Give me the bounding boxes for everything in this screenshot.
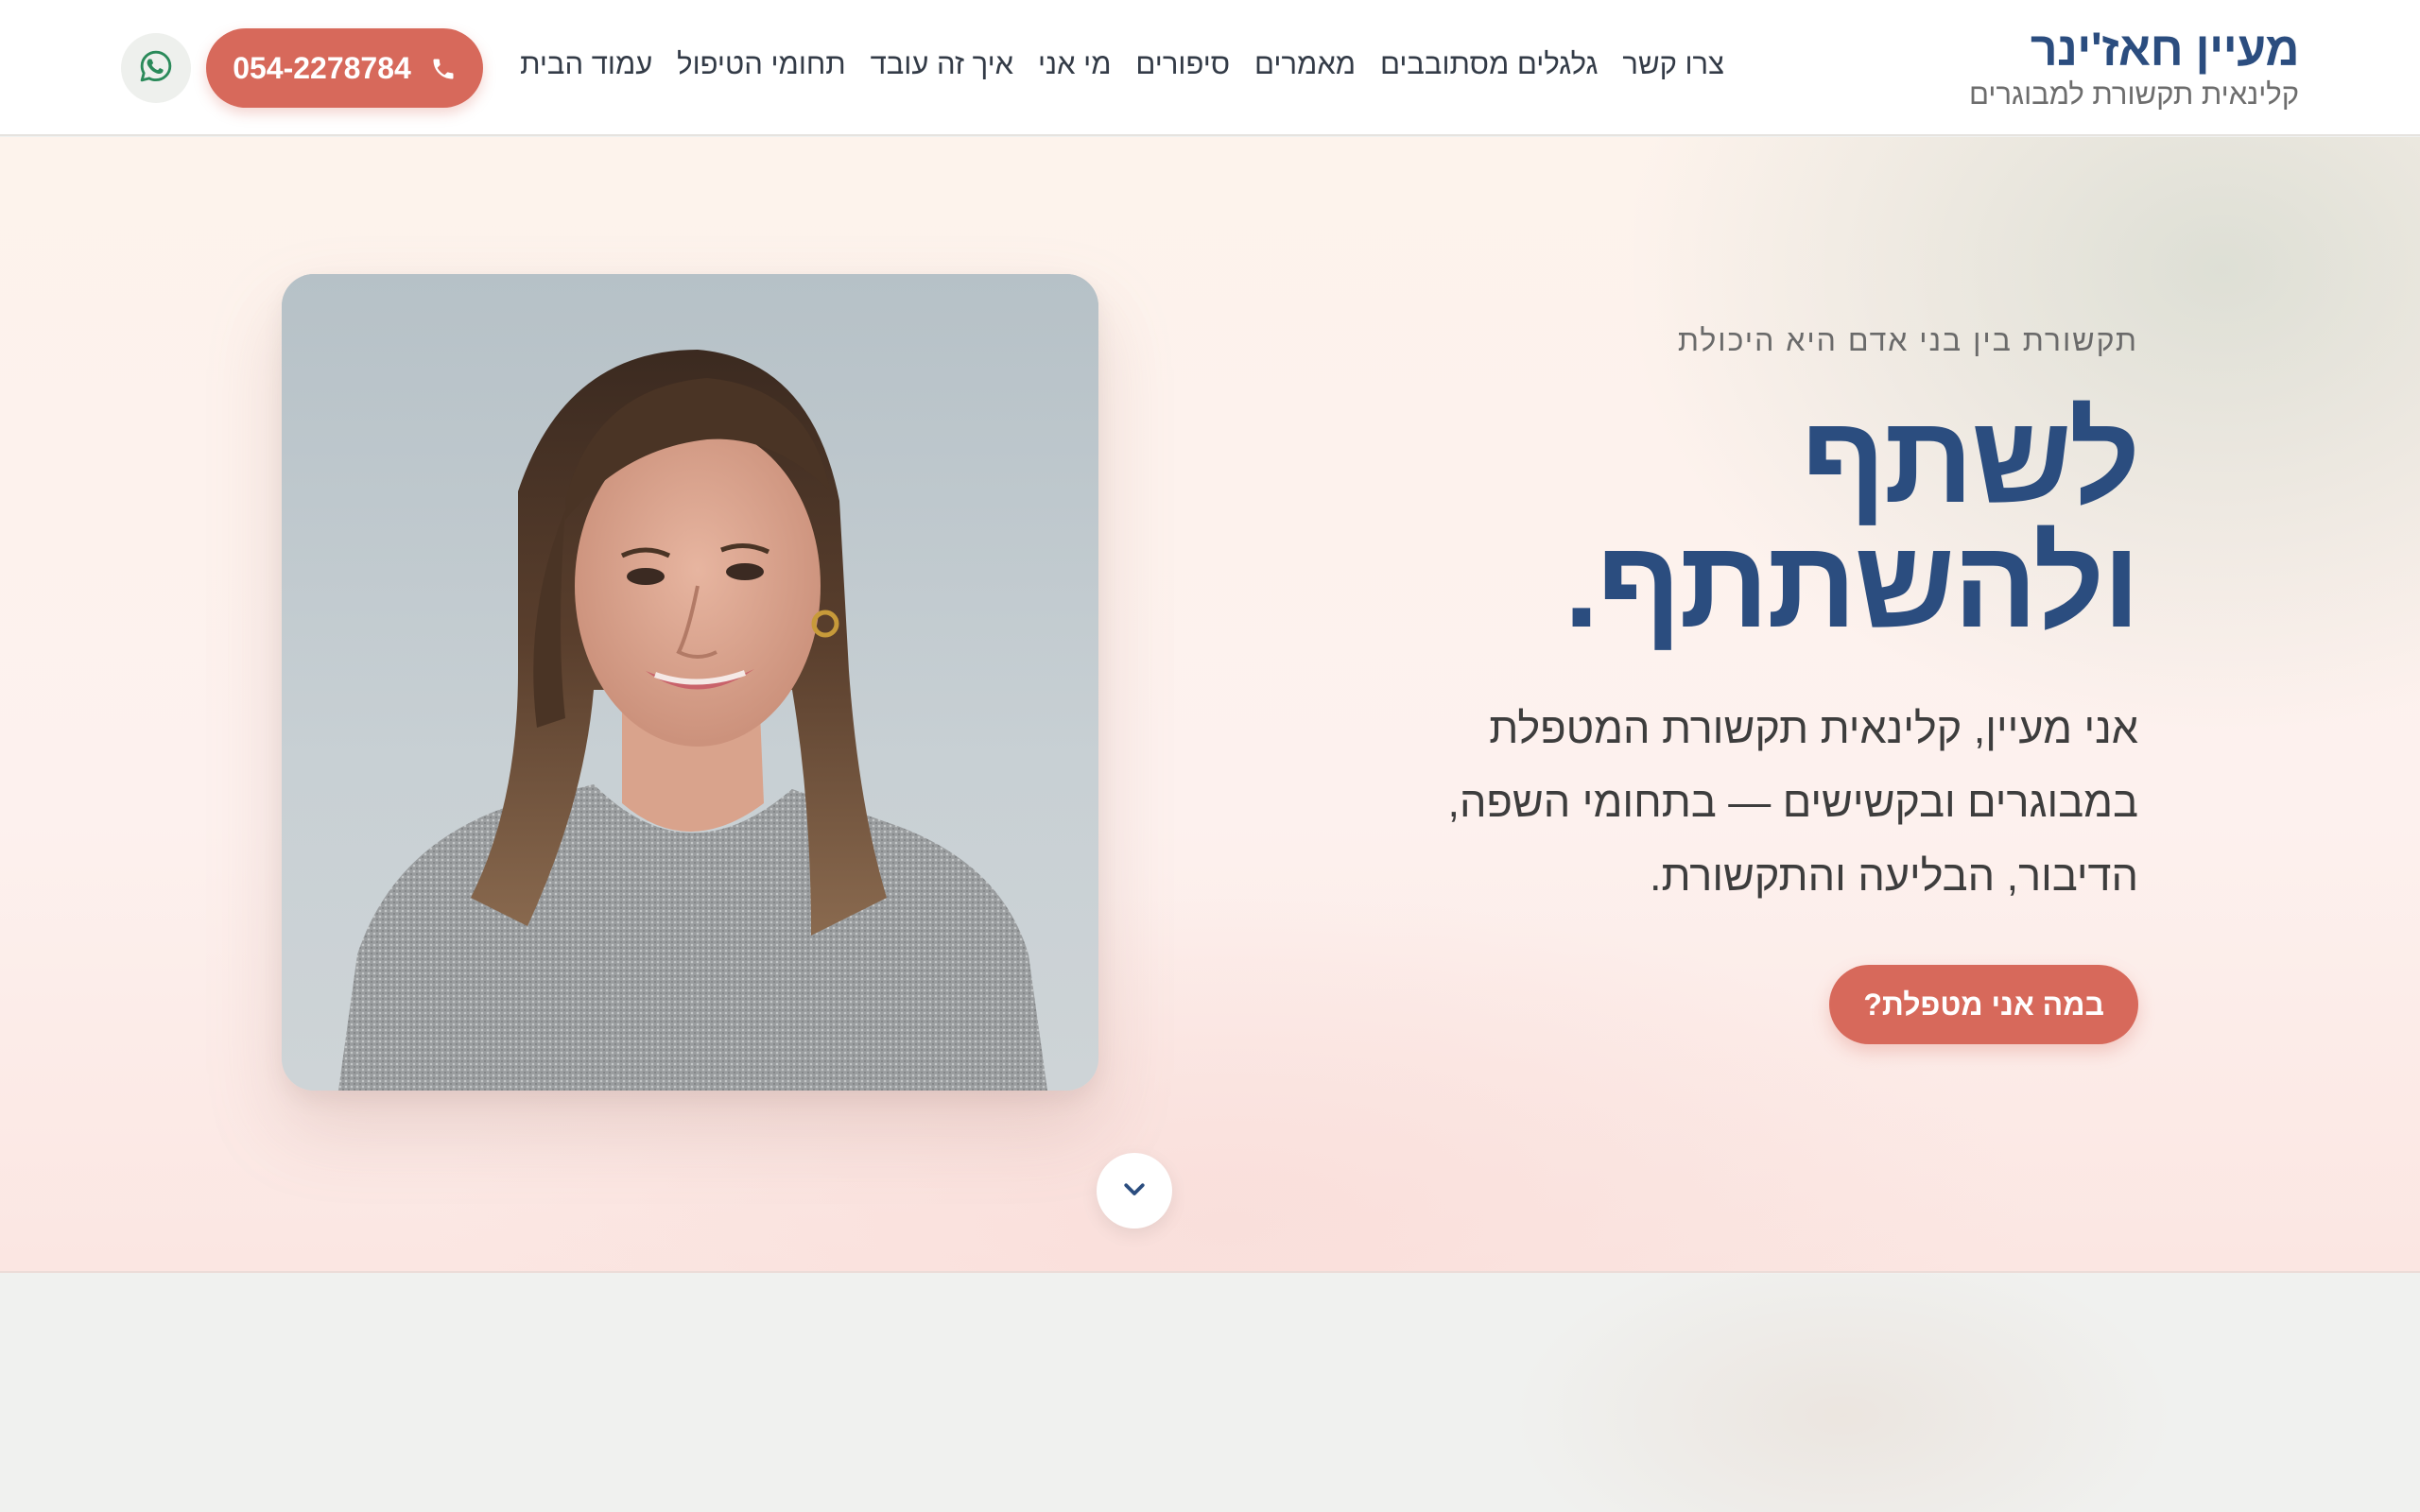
hero-section: תקשורת בין בני אדם היא היכולת לשתף ולהשת…	[0, 137, 2420, 1273]
hero-lead: אני מעיין, קלינאית תקשורת המטפלת במבוגרי…	[1447, 704, 2138, 900]
nav-item-contact[interactable]: צרו קשר	[1622, 47, 1724, 81]
nav-item-treatment-areas[interactable]: תחומי הטיפול	[677, 47, 846, 81]
whatsapp-button[interactable]	[121, 33, 191, 103]
scroll-down-button[interactable]	[1097, 1153, 1172, 1228]
what-i-treat-button[interactable]: במה אני מטפלת?	[1829, 965, 2138, 1044]
nav-item-about[interactable]: מי אני	[1038, 47, 1112, 81]
phone-icon	[430, 55, 457, 81]
nav-item-turning-wheels[interactable]: גלגלים מסתובבים	[1380, 47, 1599, 81]
brand[interactable]: מעיין חאז'ינר קלינאית תקשורת למבוגרים	[1968, 21, 2300, 113]
headline-line-2: ולהשתתף.	[1564, 522, 2140, 654]
headline-line-1: לשתף	[1801, 389, 2140, 528]
hero-eyebrow: תקשורת בין בני אדם היא היכולת	[1677, 323, 2138, 357]
chevron-down-icon	[1120, 1175, 1149, 1207]
phone-button[interactable]: 054-2278784	[206, 28, 483, 108]
site-header: מעיין חאז'ינר קלינאית תקשורת למבוגרים עמ…	[0, 0, 2420, 136]
brand-name[interactable]: מעיין חאז'ינר	[1969, 21, 2300, 77]
next-section	[0, 1274, 2420, 1512]
phone-number: 054-2278784	[233, 50, 411, 85]
main-nav: עמוד הבית תחומי הטיפול איך זה עובד מי אנ…	[520, 47, 1724, 81]
portrait-photo	[282, 274, 1098, 1091]
hero-headline: לשתף ולהשתתף.	[1420, 389, 2140, 654]
nav-item-how-it-works[interactable]: איך זה עובד	[871, 47, 1014, 81]
nav-item-articles[interactable]: מאמרים	[1254, 47, 1356, 81]
nav-item-stories[interactable]: סיפורים	[1135, 47, 1230, 81]
whatsapp-icon	[138, 48, 174, 88]
brand-subtitle: קלינאית תקשורת למבוגרים	[1968, 77, 2299, 111]
nav-item-home[interactable]: עמוד הבית	[520, 47, 652, 81]
hero-text: תקשורת בין בני אדם היא היכולת לשתף ולהשת…	[1420, 321, 2140, 913]
headline-line-2-text: ולהשתתף.	[1564, 514, 2140, 653]
